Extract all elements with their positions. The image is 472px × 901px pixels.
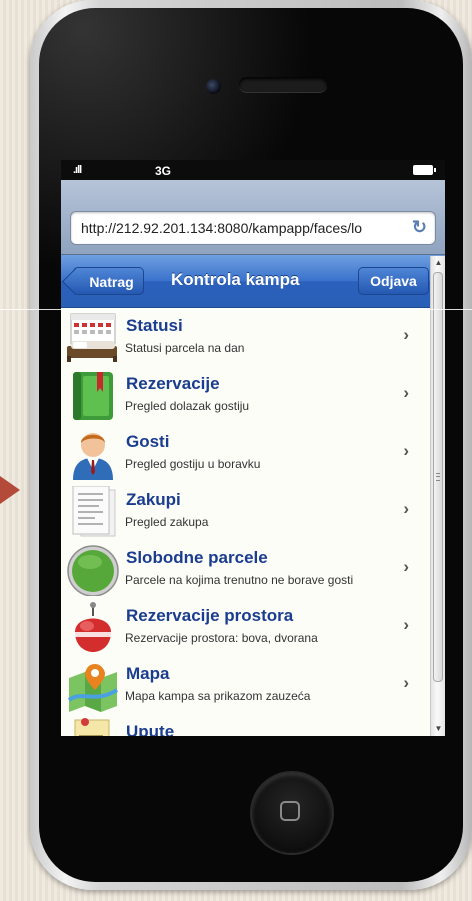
list-item-upute[interactable]: Upute › xyxy=(61,714,431,736)
list-item-slobodne-parcele[interactable]: Slobodne parcele Parcele na kojima trenu… xyxy=(61,540,431,598)
item-subtitle: Statusi parcela na dan xyxy=(125,341,245,355)
item-title: Statusi xyxy=(126,316,183,335)
item-subtitle: Parcele na kojima trenutno ne borave gos… xyxy=(125,573,354,587)
list-item-rezervacije-prostora[interactable]: Rezervacije prostora Rezervacije prostor… xyxy=(61,598,431,656)
item-title: Rezervacije xyxy=(126,374,220,393)
scroll-up-arrow-icon[interactable]: ▲ xyxy=(431,256,445,270)
document-icon xyxy=(72,486,116,537)
green-circle-icon xyxy=(67,545,119,596)
reload-icon[interactable]: ↻ xyxy=(412,217,427,238)
list-item-rezervacije[interactable]: Rezervacije Pregled dolazak gostiju › xyxy=(61,366,431,424)
list-item-mapa[interactable]: Mapa Mapa kampa sa prikazom zauzeća › xyxy=(61,656,431,714)
item-title: Rezervacije prostora xyxy=(126,606,294,625)
item-title: Slobodne parcele xyxy=(126,548,268,567)
home-square-icon xyxy=(280,801,300,821)
map-pin-icon xyxy=(67,664,119,712)
green-book-icon xyxy=(73,372,113,420)
item-title: Gosti xyxy=(126,432,170,451)
item-subtitle: Pregled gostiju u boravku xyxy=(125,457,261,471)
buoy-icon xyxy=(75,602,111,652)
list-item-zakupi[interactable]: Zakupi Pregled zakupa › xyxy=(61,482,431,540)
page-title: Kontrola kampa xyxy=(171,270,300,289)
back-button[interactable]: Natrag xyxy=(73,267,144,295)
logout-button[interactable]: Odjava xyxy=(358,267,429,295)
item-subtitle: Mapa kampa sa prikazom zauzeća xyxy=(125,689,311,703)
chevron-right-icon: › xyxy=(403,441,409,460)
chevron-right-icon: › xyxy=(403,325,409,344)
note-icon xyxy=(74,718,110,736)
list-item-statusi[interactable]: Statusi Statusi parcela na dan › xyxy=(61,308,431,366)
nav-bar: Natrag Kontrola kampa Odjava xyxy=(61,255,445,308)
phone-screen: .ıll 3G http://212.92.201.134:8080/kampa… xyxy=(61,160,445,736)
back-button-label: Natrag xyxy=(89,274,134,290)
url-text: http://212.92.201.134:8080/kampapp/faces… xyxy=(81,220,362,236)
url-field[interactable]: http://212.92.201.134:8080/kampapp/faces… xyxy=(70,211,436,245)
item-title: Zakupi xyxy=(126,490,181,509)
list-item-gosti[interactable]: Gosti Pregled gostiju u boravku › xyxy=(61,424,431,482)
left-arrow-icon xyxy=(0,476,20,504)
chevron-right-icon: › xyxy=(403,673,409,692)
chevron-right-icon: › xyxy=(403,731,409,736)
item-subtitle: Pregled dolazak gostiju xyxy=(125,399,250,413)
battery-icon xyxy=(413,165,436,175)
item-subtitle: Pregled zakupa xyxy=(125,515,209,529)
divider-line xyxy=(0,309,472,310)
chevron-right-icon: › xyxy=(403,557,409,576)
chevron-right-icon: › xyxy=(403,499,409,518)
scrollbar-thumb[interactable] xyxy=(433,272,443,682)
item-title: Mapa xyxy=(126,664,170,683)
speaker-grille xyxy=(239,77,327,92)
calendar-bed-icon xyxy=(67,313,117,362)
scrollbar[interactable]: ▲ ▼ xyxy=(430,256,445,736)
person-icon xyxy=(73,433,113,480)
chevron-right-icon: › xyxy=(403,383,409,402)
signal-icon: .ıll xyxy=(73,164,82,176)
browser-url-bar: http://212.92.201.134:8080/kampapp/faces… xyxy=(61,180,445,255)
chevron-right-icon: › xyxy=(403,615,409,634)
home-button[interactable] xyxy=(252,773,332,853)
camera-icon xyxy=(206,79,221,94)
status-bar: .ıll 3G xyxy=(61,160,445,180)
item-subtitle: Rezervacije prostora: bova, dvorana xyxy=(125,631,318,645)
menu-list: Statusi Statusi parcela na dan › Rezerva… xyxy=(61,308,431,736)
scroll-down-arrow-icon[interactable]: ▼ xyxy=(431,722,445,736)
item-title: Upute xyxy=(126,722,175,736)
network-label: 3G xyxy=(155,164,172,178)
